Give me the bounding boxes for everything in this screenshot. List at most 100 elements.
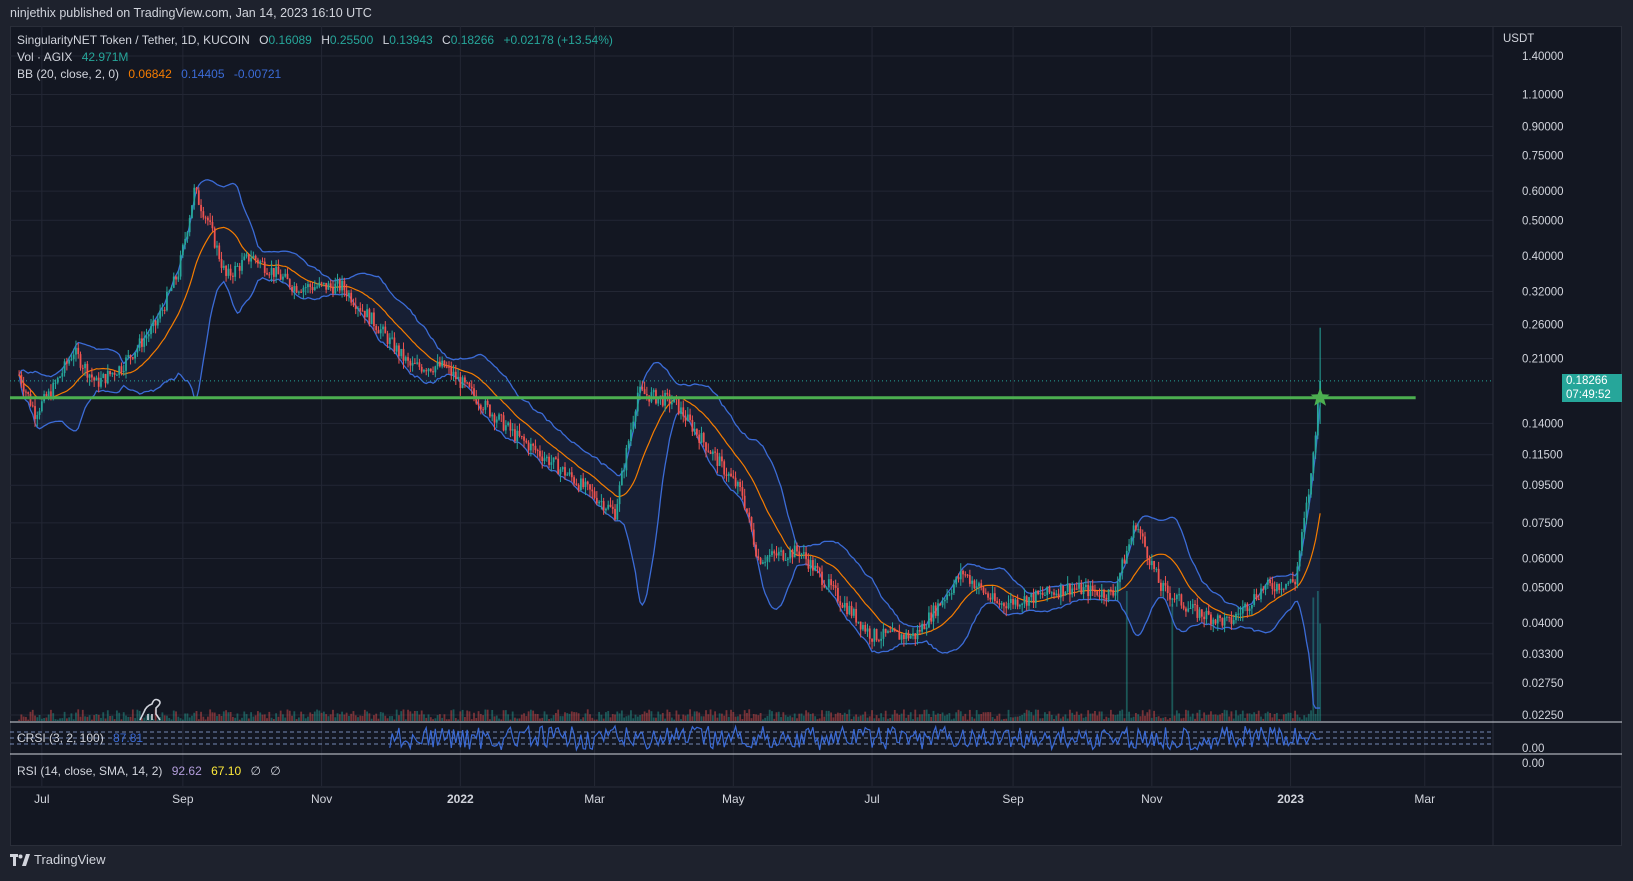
volume-bar <box>896 713 898 721</box>
volume-bar <box>468 711 471 721</box>
candle-body <box>582 478 585 488</box>
candle-body <box>1050 592 1053 594</box>
candle-body <box>156 318 159 326</box>
candle-body <box>577 484 580 491</box>
candle-body <box>345 290 348 297</box>
volume-bar <box>204 719 207 721</box>
volume-bar <box>450 710 453 721</box>
crsi-legend[interactable]: CRSI (3, 2, 100) 87.81 <box>17 731 149 745</box>
volume-bar <box>887 718 889 721</box>
candle-body <box>1278 583 1281 590</box>
candle-body <box>407 357 409 361</box>
candle-body <box>195 187 198 191</box>
volume-bar <box>425 717 428 721</box>
candle-body <box>716 452 719 466</box>
volume-bar <box>84 716 86 721</box>
candle-body <box>1271 583 1274 589</box>
x-tick-label: Jul <box>34 792 49 806</box>
volume-bar <box>1046 714 1049 721</box>
candle-body <box>593 491 596 498</box>
candle-body <box>1025 596 1028 606</box>
candle-body <box>891 629 894 632</box>
volume-bar <box>782 712 785 721</box>
candle-body <box>609 504 612 507</box>
volume-bar <box>1289 712 1292 721</box>
candle-body <box>611 506 614 509</box>
volume-bar <box>300 711 303 721</box>
volume-bar <box>432 719 434 721</box>
volume-bar <box>329 714 332 721</box>
candle-body <box>516 430 519 442</box>
volume-bar <box>423 714 425 721</box>
volume-bar <box>18 719 20 721</box>
candle-body <box>1305 502 1308 518</box>
volume-bar <box>134 718 136 721</box>
volume-bar <box>1223 709 1226 721</box>
volume-bar <box>45 717 48 721</box>
volume-bar <box>771 711 773 721</box>
volume-bar <box>616 711 619 721</box>
volume-bar <box>980 713 983 721</box>
volume-bar <box>716 717 719 721</box>
volume-bar <box>27 719 30 721</box>
candle-body <box>852 609 855 616</box>
candle-body <box>702 433 705 443</box>
candle-body <box>304 287 307 289</box>
candle-body <box>568 472 571 475</box>
volume-bar <box>411 713 414 721</box>
volume-bar <box>705 710 707 721</box>
volume-bar <box>1089 713 1092 721</box>
candle-body <box>52 382 55 399</box>
candle-body <box>436 361 439 367</box>
candle-body <box>395 345 398 352</box>
candle-body <box>1112 590 1115 596</box>
volume-bar <box>541 717 544 721</box>
volume-bar <box>1180 718 1183 721</box>
candle-body <box>1223 617 1226 626</box>
volume-bar <box>664 718 666 721</box>
volume-bar <box>677 714 680 721</box>
rsi-legend[interactable]: RSI (14, close, SMA, 14, 2) 92.62 67.10 … <box>17 764 287 778</box>
x-tick-label: Mar <box>584 792 605 806</box>
volume-bar <box>509 719 512 721</box>
candle-body <box>282 276 284 280</box>
volume-bar <box>200 711 202 721</box>
candle-body <box>761 562 764 564</box>
volume-bar <box>120 719 123 721</box>
volume-bar <box>825 710 828 721</box>
candle-body <box>40 401 43 412</box>
volume-bar <box>282 714 284 721</box>
volume-bar <box>916 717 919 721</box>
volume-bar <box>345 712 348 721</box>
volume-bar <box>964 713 967 721</box>
volume-bar <box>891 714 894 721</box>
volume-bar <box>168 717 171 721</box>
volume-bar <box>1314 713 1317 721</box>
candle-body <box>295 286 298 293</box>
y-tick-label: 0.11500 <box>1522 450 1563 462</box>
volume-bar <box>914 709 917 721</box>
candle-body <box>948 594 951 596</box>
candle-body <box>227 268 230 276</box>
candle-body <box>725 474 728 476</box>
volume-bar <box>68 717 71 721</box>
candle-body <box>120 366 123 373</box>
candle-body <box>482 409 485 411</box>
bb-legend[interactable]: BB (20, close, 2, 0) 0.06842 0.14405 -0.… <box>17 67 287 81</box>
candle-body <box>520 435 523 437</box>
candle-body <box>1130 537 1133 545</box>
candle-body <box>589 484 591 490</box>
volume-bar <box>991 717 994 721</box>
volume-bar <box>1016 716 1019 721</box>
price-chart[interactable]: 1.40000 1.10000 0.90000 0.75000 0.60000 0.500… <box>10 26 1622 846</box>
volume-bar <box>65 718 68 721</box>
tradingview-footer[interactable]: TradingView <box>10 852 106 867</box>
volume-bar <box>1044 712 1046 721</box>
volume-bar <box>996 715 999 721</box>
volume-legend[interactable]: Vol · AGIX 42.971M <box>17 50 134 64</box>
candle-body <box>263 261 266 273</box>
volume-bar <box>436 715 439 721</box>
candle-body <box>270 267 273 275</box>
candle-body <box>1221 618 1224 626</box>
volume-bar <box>514 717 516 721</box>
